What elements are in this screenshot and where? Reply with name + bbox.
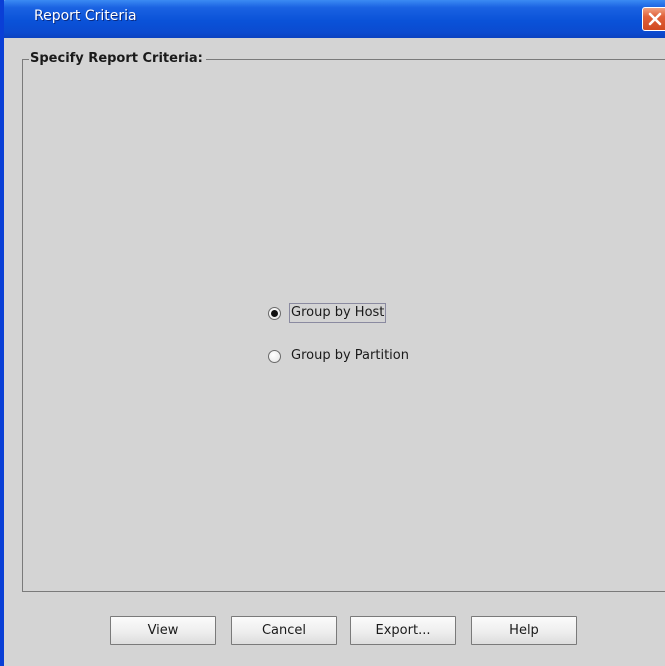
groupbox-title: Specify Report Criteria: bbox=[29, 51, 206, 67]
radio-label-group-by-host[interactable]: Group by Host bbox=[289, 303, 387, 323]
window-title: Report Criteria bbox=[34, 8, 137, 24]
close-icon bbox=[648, 12, 662, 26]
report-criteria-groupbox bbox=[22, 59, 665, 592]
export-button[interactable]: Export... bbox=[350, 616, 456, 645]
radio-option-group-by-partition[interactable]: Group by Partition bbox=[268, 347, 411, 365]
radio-button-group-by-host[interactable] bbox=[268, 306, 281, 320]
cancel-button[interactable]: Cancel bbox=[231, 616, 337, 645]
title-bar[interactable]: Report Criteria bbox=[4, 0, 665, 38]
help-button[interactable]: Help bbox=[471, 616, 577, 645]
radio-label-group-by-partition[interactable]: Group by Partition bbox=[289, 347, 411, 365]
view-button[interactable]: View bbox=[110, 616, 216, 645]
close-button[interactable] bbox=[642, 7, 665, 31]
radio-option-group-by-host[interactable]: Group by Host bbox=[268, 303, 387, 323]
report-criteria-dialog: Report Criteria Specify Report Criteria:… bbox=[0, 0, 665, 666]
radio-button-group-by-partition[interactable] bbox=[268, 349, 281, 363]
